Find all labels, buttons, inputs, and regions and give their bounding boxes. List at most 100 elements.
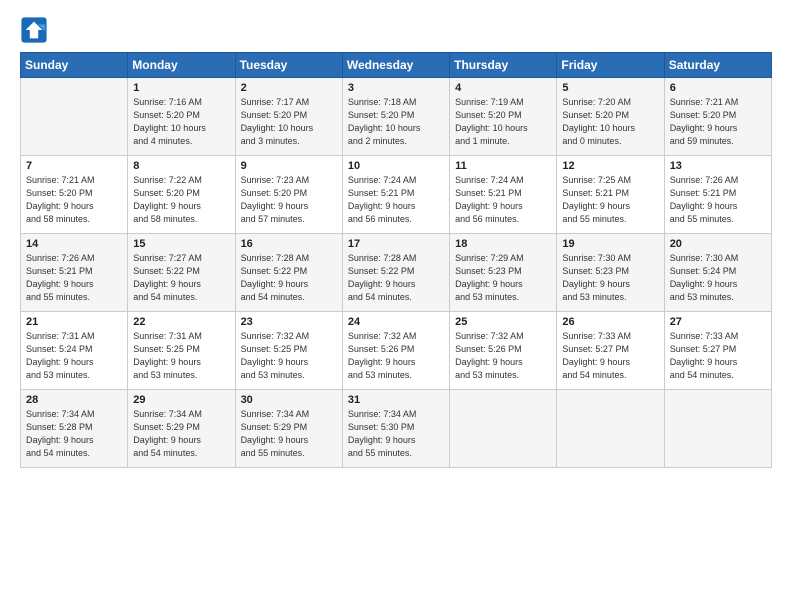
day-info: Sunrise: 7:28 AM Sunset: 5:22 PM Dayligh… <box>348 252 444 304</box>
week-row-4: 28 Sunrise: 7:34 AM Sunset: 5:28 PM Dayli… <box>21 390 772 468</box>
day-number: 24 <box>348 316 444 328</box>
calendar-cell <box>21 78 128 156</box>
calendar-cell: 10Sunrise: 7:24 AM Sunset: 5:21 PM Dayli… <box>342 156 449 234</box>
day-number: 18 <box>455 238 551 250</box>
day-info: Sunrise: 7:20 AM Sunset: 5:20 PM Dayligh… <box>562 96 658 148</box>
day-number: 20 <box>670 238 766 250</box>
week-row-1: 7Sunrise: 7:21 AM Sunset: 5:20 PM Daylig… <box>21 156 772 234</box>
day-number: 22 <box>133 316 229 328</box>
calendar-cell: 29 Sunrise: 7:34 AM Sunset: 5:29 PM Dayli… <box>128 390 235 468</box>
day-info: Sunrise: 7:32 AM Sunset: 5:26 PM Dayligh… <box>348 330 444 382</box>
day-number: 1 <box>133 82 229 94</box>
day-info: Sunrise: 7:31 AM Sunset: 5:25 PM Dayligh… <box>133 330 229 382</box>
day-number: 26 <box>562 316 658 328</box>
day-info: Sunrise: 7:18 AM Sunset: 5:20 PM Dayligh… <box>348 96 444 148</box>
calendar-cell: 24 Sunrise: 7:32 AM Sunset: 5:26 PM Dayli… <box>342 312 449 390</box>
calendar-cell: 23 Sunrise: 7:32 AM Sunset: 5:25 PM Dayli… <box>235 312 342 390</box>
calendar-cell: 15 Sunrise: 7:27 AM Sunset: 5:22 PM Dayli… <box>128 234 235 312</box>
day-info: Sunrise: 7:34 AM Sunset: 5:29 PM Dayligh… <box>241 408 337 460</box>
calendar-cell: 25 Sunrise: 7:32 AM Sunset: 5:26 PM Dayli… <box>450 312 557 390</box>
col-header-saturday: Saturday <box>664 53 771 78</box>
calendar-cell: 18 Sunrise: 7:29 AM Sunset: 5:23 PM Dayli… <box>450 234 557 312</box>
col-header-monday: Monday <box>128 53 235 78</box>
day-number: 9 <box>241 160 337 172</box>
week-row-0: 1 Sunrise: 7:16 AM Sunset: 5:20 PM Daylig… <box>21 78 772 156</box>
calendar-cell: 14 Sunrise: 7:26 AM Sunset: 5:21 PM Dayli… <box>21 234 128 312</box>
day-info: Sunrise: 7:27 AM Sunset: 5:22 PM Dayligh… <box>133 252 229 304</box>
day-info: Sunrise: 7:31 AM Sunset: 5:24 PM Dayligh… <box>26 330 122 382</box>
calendar-cell: 17 Sunrise: 7:28 AM Sunset: 5:22 PM Dayli… <box>342 234 449 312</box>
calendar-cell: 21 Sunrise: 7:31 AM Sunset: 5:24 PM Dayli… <box>21 312 128 390</box>
week-row-2: 14 Sunrise: 7:26 AM Sunset: 5:21 PM Dayli… <box>21 234 772 312</box>
day-number: 5 <box>562 82 658 94</box>
calendar-cell: 1 Sunrise: 7:16 AM Sunset: 5:20 PM Daylig… <box>128 78 235 156</box>
day-number: 4 <box>455 82 551 94</box>
day-number: 17 <box>348 238 444 250</box>
day-number: 21 <box>26 316 122 328</box>
day-number: 6 <box>670 82 766 94</box>
calendar-cell: 8 Sunrise: 7:22 AM Sunset: 5:20 PM Daylig… <box>128 156 235 234</box>
day-number: 16 <box>241 238 337 250</box>
day-info: Sunrise: 7:30 AM Sunset: 5:23 PM Dayligh… <box>562 252 658 304</box>
calendar-cell: 30 Sunrise: 7:34 AM Sunset: 5:29 PM Dayli… <box>235 390 342 468</box>
calendar-cell <box>557 390 664 468</box>
calendar-cell: 4 Sunrise: 7:19 AM Sunset: 5:20 PM Daylig… <box>450 78 557 156</box>
calendar-cell: 2 Sunrise: 7:17 AM Sunset: 5:20 PM Daylig… <box>235 78 342 156</box>
calendar-cell: 19Sunrise: 7:30 AM Sunset: 5:23 PM Dayli… <box>557 234 664 312</box>
col-header-sunday: Sunday <box>21 53 128 78</box>
calendar-cell: 3 Sunrise: 7:18 AM Sunset: 5:20 PM Daylig… <box>342 78 449 156</box>
day-info: Sunrise: 7:17 AM Sunset: 5:20 PM Dayligh… <box>241 96 337 148</box>
day-number: 30 <box>241 394 337 406</box>
calendar-header-row: SundayMondayTuesdayWednesdayThursdayFrid… <box>21 53 772 78</box>
day-info: Sunrise: 7:24 AM Sunset: 5:21 PM Dayligh… <box>455 174 551 226</box>
calendar-cell: 11Sunrise: 7:24 AM Sunset: 5:21 PM Dayli… <box>450 156 557 234</box>
calendar-cell: 13Sunrise: 7:26 AM Sunset: 5:21 PM Dayli… <box>664 156 771 234</box>
col-header-thursday: Thursday <box>450 53 557 78</box>
day-number: 28 <box>26 394 122 406</box>
day-info: Sunrise: 7:26 AM Sunset: 5:21 PM Dayligh… <box>670 174 766 226</box>
calendar-cell: 22 Sunrise: 7:31 AM Sunset: 5:25 PM Dayli… <box>128 312 235 390</box>
calendar-table: SundayMondayTuesdayWednesdayThursdayFrid… <box>20 52 772 468</box>
day-info: Sunrise: 7:25 AM Sunset: 5:21 PM Dayligh… <box>562 174 658 226</box>
day-number: 27 <box>670 316 766 328</box>
day-info: Sunrise: 7:19 AM Sunset: 5:20 PM Dayligh… <box>455 96 551 148</box>
col-header-wednesday: Wednesday <box>342 53 449 78</box>
col-header-tuesday: Tuesday <box>235 53 342 78</box>
day-info: Sunrise: 7:24 AM Sunset: 5:21 PM Dayligh… <box>348 174 444 226</box>
calendar-cell: 6Sunrise: 7:21 AM Sunset: 5:20 PM Daylig… <box>664 78 771 156</box>
day-number: 12 <box>562 160 658 172</box>
calendar-cell: 5 Sunrise: 7:20 AM Sunset: 5:20 PM Daylig… <box>557 78 664 156</box>
day-number: 2 <box>241 82 337 94</box>
day-number: 14 <box>26 238 122 250</box>
calendar-cell: 7Sunrise: 7:21 AM Sunset: 5:20 PM Daylig… <box>21 156 128 234</box>
day-info: Sunrise: 7:16 AM Sunset: 5:20 PM Dayligh… <box>133 96 229 148</box>
day-number: 25 <box>455 316 551 328</box>
day-info: Sunrise: 7:32 AM Sunset: 5:25 PM Dayligh… <box>241 330 337 382</box>
day-info: Sunrise: 7:33 AM Sunset: 5:27 PM Dayligh… <box>670 330 766 382</box>
day-info: Sunrise: 7:34 AM Sunset: 5:29 PM Dayligh… <box>133 408 229 460</box>
header <box>20 16 772 44</box>
calendar-cell: 26 Sunrise: 7:33 AM Sunset: 5:27 PM Dayli… <box>557 312 664 390</box>
calendar-cell: 16 Sunrise: 7:28 AM Sunset: 5:22 PM Dayli… <box>235 234 342 312</box>
day-info: Sunrise: 7:29 AM Sunset: 5:23 PM Dayligh… <box>455 252 551 304</box>
day-info: Sunrise: 7:26 AM Sunset: 5:21 PM Dayligh… <box>26 252 122 304</box>
logo <box>20 16 50 44</box>
day-info: Sunrise: 7:21 AM Sunset: 5:20 PM Dayligh… <box>26 174 122 226</box>
day-info: Sunrise: 7:33 AM Sunset: 5:27 PM Dayligh… <box>562 330 658 382</box>
day-info: Sunrise: 7:32 AM Sunset: 5:26 PM Dayligh… <box>455 330 551 382</box>
day-info: Sunrise: 7:28 AM Sunset: 5:22 PM Dayligh… <box>241 252 337 304</box>
calendar-cell: 9Sunrise: 7:23 AM Sunset: 5:20 PM Daylig… <box>235 156 342 234</box>
day-info: Sunrise: 7:34 AM Sunset: 5:28 PM Dayligh… <box>26 408 122 460</box>
day-number: 29 <box>133 394 229 406</box>
day-number: 3 <box>348 82 444 94</box>
day-info: Sunrise: 7:22 AM Sunset: 5:20 PM Dayligh… <box>133 174 229 226</box>
calendar-cell: 20Sunrise: 7:30 AM Sunset: 5:24 PM Dayli… <box>664 234 771 312</box>
day-number: 31 <box>348 394 444 406</box>
day-number: 15 <box>133 238 229 250</box>
week-row-3: 21 Sunrise: 7:31 AM Sunset: 5:24 PM Dayli… <box>21 312 772 390</box>
calendar-cell: 12 Sunrise: 7:25 AM Sunset: 5:21 PM Dayli… <box>557 156 664 234</box>
day-number: 23 <box>241 316 337 328</box>
page: SundayMondayTuesdayWednesdayThursdayFrid… <box>0 0 792 478</box>
calendar-cell: 31Sunrise: 7:34 AM Sunset: 5:30 PM Dayli… <box>342 390 449 468</box>
day-number: 8 <box>133 160 229 172</box>
